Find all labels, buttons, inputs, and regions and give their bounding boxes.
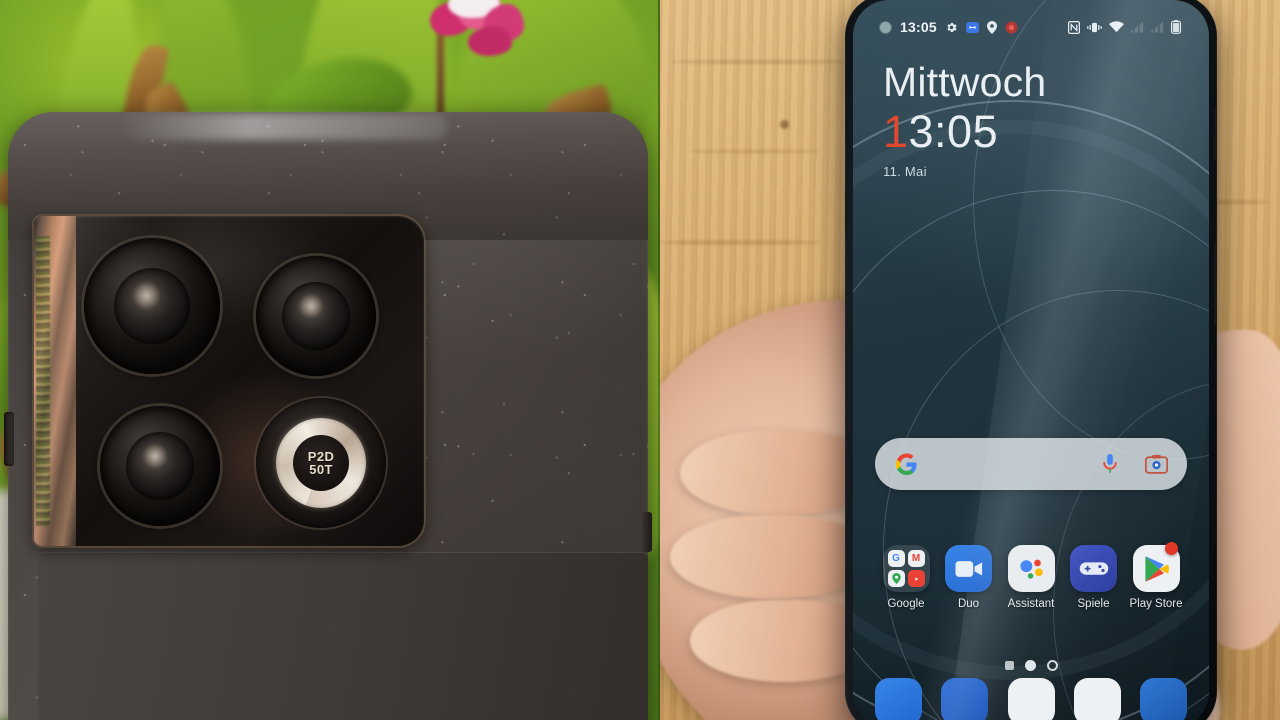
page-dot-active[interactable]: [1024, 660, 1036, 671]
app-label: Duo: [957, 598, 980, 610]
app-spiele[interactable]: Spiele: [1063, 545, 1125, 610]
screenshot-stage: P2D 50T 13:05 Mittwoch 13:05 11. Mai G M…: [0, 0, 1280, 720]
power-button[interactable]: [1214, 106, 1217, 160]
telephoto-camera-lens: [256, 256, 376, 376]
app-drawer-square[interactable]: [1004, 661, 1014, 670]
app-label: Play Store: [1129, 598, 1183, 610]
wifi-icon: [1109, 21, 1124, 33]
game-controller-icon[interactable]: [1070, 545, 1117, 592]
wood-grain-line: [670, 60, 850, 64]
flash-ring: P2D 50T: [276, 418, 366, 508]
google-assistant-icon[interactable]: [1007, 545, 1055, 592]
page-indicator: [853, 660, 1209, 671]
camera-island: P2D 50T: [34, 216, 424, 546]
dock-icon-phone[interactable]: [875, 678, 922, 720]
flash-marking-line-2: 50T: [309, 462, 333, 477]
youtube-icon: [907, 570, 925, 587]
right-photo-panel: 13:05 Mittwoch 13:05 11. Mai G M Google …: [660, 0, 1280, 720]
phone-rear-body: P2D 50T: [4, 112, 652, 720]
clock-time: 13:05: [883, 106, 1046, 157]
phone-screen[interactable]: 13:05 Mittwoch 13:05 11. Mai G M Google …: [853, 0, 1209, 720]
alert-slider-button[interactable]: [845, 190, 848, 230]
google-g-icon: [893, 451, 919, 477]
app-duo[interactable]: Duo: [938, 545, 1000, 610]
rear-side-button[interactable]: [4, 412, 14, 466]
app-google[interactable]: G M Google: [875, 545, 937, 610]
app-assistant[interactable]: Assistant: [1000, 545, 1062, 610]
rear-side-button-right[interactable]: [642, 512, 652, 552]
gmail-app-tile: M: [907, 550, 925, 567]
circle-status-icon: [879, 20, 892, 34]
play-store-icon[interactable]: [1132, 542, 1180, 592]
clock-widget[interactable]: Mittwoch 13:05 11. Mai: [883, 59, 1047, 180]
dock-icon-camera[interactable]: [1140, 678, 1187, 720]
signal-bars-2-icon: [1151, 21, 1164, 33]
google-app-tile: G: [887, 550, 905, 567]
app-label: Spiele: [1077, 598, 1110, 610]
date-label: 11. Mai: [883, 164, 927, 180]
signal-bars-1-icon: [1131, 21, 1144, 33]
ultrawide-camera-lens: [100, 406, 220, 526]
duo-video-call-icon[interactable]: [945, 545, 992, 592]
status-bar-clock: 13:05: [900, 19, 937, 35]
flash-marking-line-1: P2D: [307, 448, 335, 464]
home-screen-app-row: G M Google Duo Assistant Spiele Play Sto…: [865, 542, 1197, 610]
phone-lower-panel: [38, 552, 648, 720]
nfc-icon: [1068, 20, 1080, 34]
dock-icon-white[interactable]: [1073, 678, 1121, 720]
weekday-label: Mittwoch: [883, 59, 1047, 105]
wood-grain-knot: [780, 120, 789, 129]
location-pin-icon: [986, 20, 997, 34]
status-bar: 13:05: [853, 14, 1209, 40]
battery-icon: [1171, 20, 1181, 34]
microphone-icon[interactable]: [1097, 451, 1123, 477]
wood-grain-line: [660, 240, 820, 245]
bottom-dock: [865, 678, 1197, 720]
status-bar-right-group: [1068, 20, 1181, 34]
page-dot-inactive[interactable]: [1046, 660, 1058, 671]
dock-icon-blue[interactable]: [941, 678, 989, 720]
google-search-bar[interactable]: [875, 438, 1187, 490]
notification-badge: [1164, 542, 1178, 555]
wood-grain-line: [690, 150, 820, 153]
vibrate-icon: [1087, 21, 1102, 34]
app-label: Assistant: [1007, 598, 1055, 610]
flash-marking-core: P2D 50T: [293, 435, 349, 491]
wide-camera-lens: [84, 238, 220, 374]
clock-time-accent-digit: 1: [883, 106, 909, 157]
chrome-accent-strip: [34, 216, 76, 546]
volume-rocker-button[interactable]: [1214, 244, 1217, 326]
maps-pin-icon: [887, 570, 905, 587]
record-dot-icon: [1005, 21, 1018, 34]
app-play-store[interactable]: Play Store: [1125, 542, 1187, 610]
clock-time-rest: 3:05: [908, 106, 999, 157]
gear-icon: [945, 21, 958, 34]
google-folder-grid: G M: [887, 550, 925, 587]
phone-front-device: 13:05 Mittwoch 13:05 11. Mai G M Google …: [845, 0, 1217, 720]
status-bar-left-group: 13:05: [879, 19, 1018, 35]
message-badge-icon: [965, 21, 979, 33]
google-lens-camera-icon[interactable]: [1143, 451, 1169, 477]
app-label: Google: [887, 598, 925, 610]
flower-petal: [468, 26, 512, 56]
flash-module: P2D 50T: [256, 398, 386, 528]
left-photo-panel: P2D 50T: [0, 0, 660, 720]
google-folder-icon[interactable]: G M: [882, 545, 930, 592]
dock-icon-chrome[interactable]: [1007, 678, 1055, 720]
